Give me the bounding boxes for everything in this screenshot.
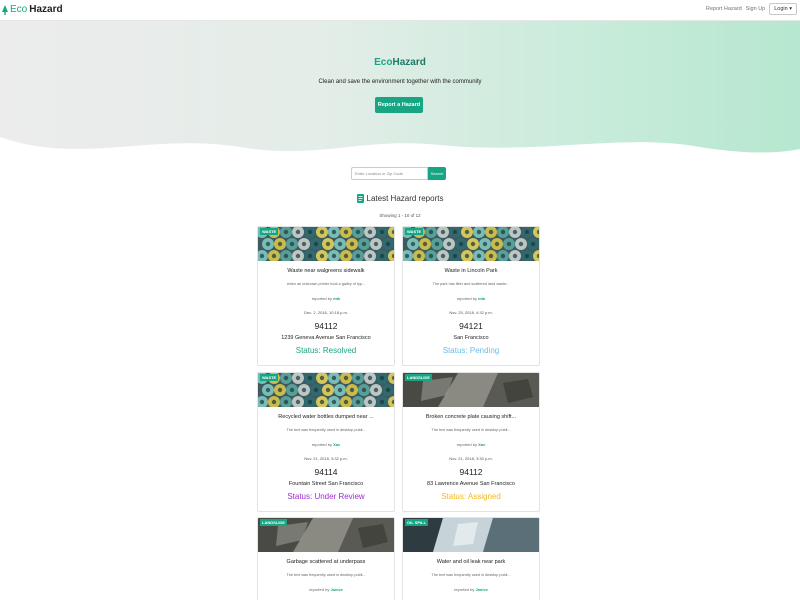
hazard-card[interactable]: WASTE Waste in Lincoln Park The park has l…: [402, 226, 540, 366]
hazard-title[interactable]: Broken concrete plate causing shift...: [403, 414, 539, 420]
status-label: Status: Under Review: [287, 492, 365, 501]
report-date: Nov. 25, 2018, 4:32 p.m.: [449, 310, 493, 315]
hazard-title[interactable]: Waste near walgreens sidewalk: [258, 268, 394, 274]
login-dropdown-button[interactable]: Login ▾: [769, 3, 797, 15]
latest-heading-text: Latest Hazard reports: [366, 194, 444, 203]
hazard-image[interactable]: LANDSLIDE: [258, 518, 394, 552]
reported-by: reported by mtk: [311, 296, 341, 301]
address: Fountain Street San Francisco: [288, 481, 364, 487]
zip-code: 94114: [314, 467, 338, 477]
search-button[interactable]: Search: [428, 167, 446, 180]
hero-wave: [0, 137, 800, 170]
address: San Francisco: [453, 335, 489, 341]
reporter-link[interactable]: Xav: [478, 442, 485, 447]
hazard-image[interactable]: OIL SPILL: [403, 518, 539, 552]
showing-count: Showing 1 - 10 of 12: [379, 213, 421, 218]
nav-sign-up-link[interactable]: Sign Up: [746, 6, 766, 12]
hazard-description: The text was frequently used in desktop …: [431, 573, 511, 577]
hero-subtitle: Clean and save the environment together …: [318, 79, 482, 85]
hero-title: EcoHazard: [374, 57, 426, 68]
reported-by: reported by mtk: [456, 296, 486, 301]
hazard-card[interactable]: OIL SPILL Water and oil leak near park The…: [402, 517, 540, 600]
hazard-image[interactable]: WASTE: [258, 227, 394, 261]
category-badge: OIL SPILL: [405, 519, 429, 526]
report-date: Nov. 21, 2018, 3:32 p.m.: [304, 456, 348, 461]
hazard-title[interactable]: Water and oil leak near park: [403, 559, 539, 565]
zip-code: 94112: [314, 321, 338, 331]
hazard-title[interactable]: Waste in Lincoln Park: [403, 268, 539, 274]
brand-logo[interactable]: Eco Hazard: [2, 4, 63, 16]
address: 1239 Geneva Avenue San Francisco: [281, 335, 371, 341]
report-date: Nov. 21, 2018, 3:30 p.m.: [449, 456, 493, 461]
category-badge: LANDSLIDE: [260, 519, 287, 526]
hazard-card[interactable]: LANDSLIDE Garbage scattered at underpass T…: [257, 517, 395, 600]
reporter-link[interactable]: Janice: [475, 587, 487, 592]
category-badge: WASTE: [405, 228, 424, 235]
hazard-description: The text was frequently used in desktop …: [431, 428, 511, 432]
search-input[interactable]: Enter Location or Zip Code: [351, 167, 428, 180]
reporter-link[interactable]: Xav: [333, 442, 340, 447]
reported-by: reported by Xav: [311, 442, 341, 447]
report-hazard-button[interactable]: Report a Hazard: [375, 97, 423, 113]
zip-code: 94112: [459, 467, 483, 477]
category-badge: WASTE: [260, 374, 279, 381]
hazard-description: when an unknown printer took a galley of…: [286, 282, 366, 286]
status-label: Status: Pending: [442, 346, 500, 355]
status-label: Status: Assigned: [441, 492, 501, 501]
reported-by: reported by Janice: [454, 587, 488, 592]
category-badge: LANDSLIDE: [405, 374, 432, 381]
hazard-image[interactable]: WASTE: [403, 227, 539, 261]
hazard-description: The text was frequently used in desktop …: [286, 428, 366, 432]
nav-report-hazard-link[interactable]: Report Hazard: [706, 6, 742, 12]
hazard-title[interactable]: Garbage scattered at underpass: [258, 559, 394, 565]
hazard-card[interactable]: WASTE Waste near walgreens sidewalk when a…: [257, 226, 395, 366]
latest-reports-heading: Latest Hazard reports: [0, 194, 800, 203]
hazard-image[interactable]: WASTE: [258, 373, 394, 407]
hazard-card[interactable]: LANDSLIDE Broken concrete plate causing s…: [402, 372, 540, 512]
reported-by: reported by Janice: [309, 587, 343, 592]
hazard-description: The text was frequently used in desktop …: [286, 573, 366, 577]
navbar: Eco Hazard Report Hazard Sign Up Login ▾: [0, 0, 800, 21]
report-date: Dec. 2, 2018, 10:18 p.m.: [304, 310, 348, 315]
hazard-title[interactable]: Recycled water bottles dumped near ...: [258, 414, 394, 420]
zip-code: 94121: [459, 321, 483, 331]
hazard-card[interactable]: WASTE Recycled water bottles dumped near …: [257, 372, 395, 512]
document-icon: [356, 194, 364, 203]
brand-hazard: Hazard: [29, 4, 63, 15]
reporter-link[interactable]: Janice: [330, 587, 342, 592]
category-badge: WASTE: [260, 228, 279, 235]
reported-by: reported by Xav: [456, 442, 486, 447]
hazard-image[interactable]: LANDSLIDE: [403, 373, 539, 407]
address: 83 Lawrence Avenue San Francisco: [427, 481, 515, 487]
hazard-description: The park has litter and scattered land w…: [432, 282, 510, 286]
status-label: Status: Resolved: [295, 346, 357, 355]
brand-eco: Eco: [10, 4, 28, 15]
reporter-link[interactable]: mtk: [333, 296, 340, 301]
tree-icon: [2, 5, 8, 15]
reporter-link[interactable]: mtk: [478, 296, 485, 301]
